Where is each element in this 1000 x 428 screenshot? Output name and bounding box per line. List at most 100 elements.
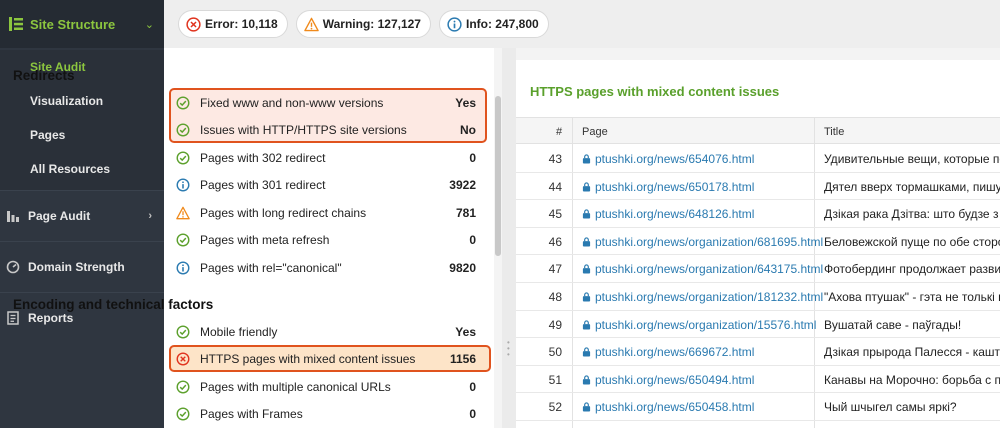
column-header-page[interactable]: Page: [582, 126, 608, 138]
issue-value: 0: [469, 406, 476, 421]
sidebar-section-label: Domain Strength: [28, 260, 125, 274]
issue-row[interactable]: Pages with Frames 0: [170, 400, 484, 427]
issue-value: 3922: [449, 177, 476, 192]
page-link[interactable]: ptushki.org/news/organization/643175.htm…: [582, 262, 823, 276]
table-row[interactable]: 45 ptushki.org/news/648126.html Дзікая рак…: [516, 200, 1000, 228]
check-circle-icon: [176, 151, 190, 165]
error-count-pill[interactable]: Error: 10,118: [178, 10, 288, 38]
lock-icon: [582, 154, 591, 164]
detail-title: HTTPS pages with mixed content issues: [530, 84, 780, 99]
issue-value: No: [460, 122, 476, 137]
page-title-cell: Чый шчыгел самы яркі?: [824, 400, 957, 415]
page-title-cell: Дзікая прырода Палесся - каштоўн: [824, 345, 1000, 360]
issue-row[interactable]: Mobile friendly Yes: [170, 318, 484, 345]
page-link[interactable]: ptushki.org/news/650494.html: [582, 373, 754, 387]
page-url: ptushki.org/news/650494.html: [595, 372, 755, 387]
issue-row[interactable]: Pages with meta refresh 0: [170, 226, 484, 253]
sidebar-item-pages[interactable]: Pages: [0, 118, 164, 152]
summary-bar: Error: 10,118 Warning: 127,127 Info: 247…: [164, 0, 1000, 48]
page-url: ptushki.org/news/organization/681695.htm…: [595, 234, 824, 249]
sidebar-header-site-structure[interactable]: Site Structure ⌄: [0, 0, 164, 48]
sidebar-section-label: Page Audit: [28, 209, 91, 223]
warning-count-pill[interactable]: Warning: 127,127: [295, 10, 431, 38]
table-row[interactable]: 44 ptushki.org/news/650178.html Дятел ввер…: [516, 173, 1000, 201]
issue-label: Pages with meta refresh: [200, 232, 330, 247]
lock-icon: [582, 347, 591, 357]
issue-label: Mobile friendly: [200, 324, 278, 339]
issue-value: 9820: [449, 260, 476, 275]
page-link[interactable]: ptushki.org/news/650178.html: [582, 180, 754, 194]
row-number: 44: [548, 179, 562, 194]
page-title-cell: Удивительные вещи, которые под: [824, 152, 1000, 166]
issue-row[interactable]: Issues with HTTP/HTTPS site versions No: [170, 116, 484, 143]
info-icon: [176, 178, 190, 192]
page-link[interactable]: ptushki.org/news/650458.html: [582, 400, 754, 414]
sidebar-item-all-resources[interactable]: All Resources: [0, 152, 164, 186]
issue-row[interactable]: Pages with long redirect chains 781: [170, 199, 484, 226]
page-url: ptushki.org/news/650178.html: [595, 179, 755, 194]
group-title-encoding: Encoding and technical factors: [13, 297, 214, 312]
issue-row[interactable]: HTTPS pages with mixed content issues 115…: [170, 345, 484, 372]
lock-icon: [582, 237, 591, 247]
row-number: 45: [548, 207, 562, 222]
issues-scrollbar-thumb[interactable]: [495, 96, 501, 256]
page-link[interactable]: ptushki.org/news/organization/681695.htm…: [582, 235, 823, 249]
column-header-title[interactable]: Title: [824, 126, 844, 138]
page-title-cell: Дятел вверх тормашками, пишуха: [824, 179, 1000, 194]
page-title-cell: Дзікая рака Дзітва: што будзе з лё: [824, 207, 1000, 222]
table-row[interactable]: 46 ptushki.org/news/organization/681695.h…: [516, 228, 1000, 256]
info-icon: [447, 16, 462, 32]
page-title-cell: Канавы на Морочно: борьба с пож: [824, 372, 1000, 387]
issue-label: Pages with long redirect chains: [200, 205, 367, 220]
page-title-cell: Вушатай саве - паўгады!: [824, 317, 962, 332]
page-link[interactable]: ptushki.org/news/organization/15576.html: [582, 318, 816, 332]
issue-label: Pages with Frames: [200, 406, 303, 421]
page-link[interactable]: ptushki.org/news/organization/181232.htm…: [582, 290, 823, 304]
page-link[interactable]: ptushki.org/news/648126.html: [582, 207, 754, 221]
issue-row[interactable]: Pages with 301 redirect 3922: [170, 171, 484, 198]
row-number: 43: [548, 152, 562, 166]
sidebar-item-visualization[interactable]: Visualization: [0, 84, 164, 118]
table-row[interactable]: 48 ptushki.org/news/organization/181232.h…: [516, 283, 1000, 311]
error-count-label: Error: 10,118: [205, 17, 278, 31]
issue-label: Pages with multiple canonical URLs: [200, 379, 391, 394]
table-row[interactable]: 52 ptushki.org/news/650458.html Чый шчыгел…: [516, 393, 1000, 421]
issue-value: 781: [455, 205, 476, 220]
lock-icon: [582, 319, 591, 330]
bar-chart-icon: [6, 209, 20, 223]
lock-icon: [582, 292, 591, 302]
table-row[interactable]: 50 ptushki.org/news/669672.html Дзікая пры…: [516, 338, 1000, 366]
gauge-icon: [6, 260, 20, 274]
issue-row[interactable]: Fixed www and non-www versions Yes: [170, 89, 484, 116]
row-number: 46: [548, 234, 562, 249]
panel-splitter[interactable]: • • •: [502, 48, 516, 428]
table-row[interactable]: 51 ptushki.org/news/650494.html Канавы на …: [516, 366, 1000, 394]
row-number: 52: [548, 400, 562, 415]
table-row[interactable]: 49 ptushki.org/news/organization/15576.ht…: [516, 311, 1000, 339]
page-link[interactable]: ptushki.org/news/669672.html: [582, 345, 754, 359]
row-number: 50: [548, 345, 562, 360]
page-title-cell: Фотобердинг продолжает развива: [824, 262, 1000, 277]
column-header-number[interactable]: #: [556, 126, 562, 138]
sidebar-section-page-audit[interactable]: Page Audit ›: [0, 190, 164, 241]
issue-value: Yes: [455, 95, 476, 110]
issue-label: Pages with rel="canonical": [200, 260, 342, 275]
detail-panel: HTTPS pages with mixed content issues # …: [516, 60, 1000, 428]
warning-icon: [303, 17, 319, 32]
lock-icon: [582, 209, 591, 219]
check-circle-icon: [176, 96, 190, 110]
lock-icon: [582, 375, 591, 385]
issue-row[interactable]: Pages with 302 redirect 0: [170, 144, 484, 171]
page-url: ptushki.org/news/669672.html: [595, 345, 755, 360]
lock-icon: [582, 264, 591, 274]
table-row[interactable]: 43 ptushki.org/news/654076.html Удивительн…: [516, 145, 1000, 173]
check-circle-icon: [176, 123, 190, 137]
issue-label: Pages with 301 redirect: [200, 177, 326, 192]
sidebar-section-domain-strength[interactable]: Domain Strength: [0, 241, 164, 292]
info-count-pill[interactable]: Info: 247,800: [438, 10, 549, 38]
issue-row[interactable]: Pages with rel="canonical" 9820: [170, 254, 484, 281]
group-title-redirects: Redirects: [13, 68, 75, 83]
page-link[interactable]: ptushki.org/news/654076.html: [582, 152, 754, 166]
issue-row[interactable]: Pages with multiple canonical URLs 0: [170, 373, 484, 400]
table-row[interactable]: 47 ptushki.org/news/organization/643175.h…: [516, 255, 1000, 283]
